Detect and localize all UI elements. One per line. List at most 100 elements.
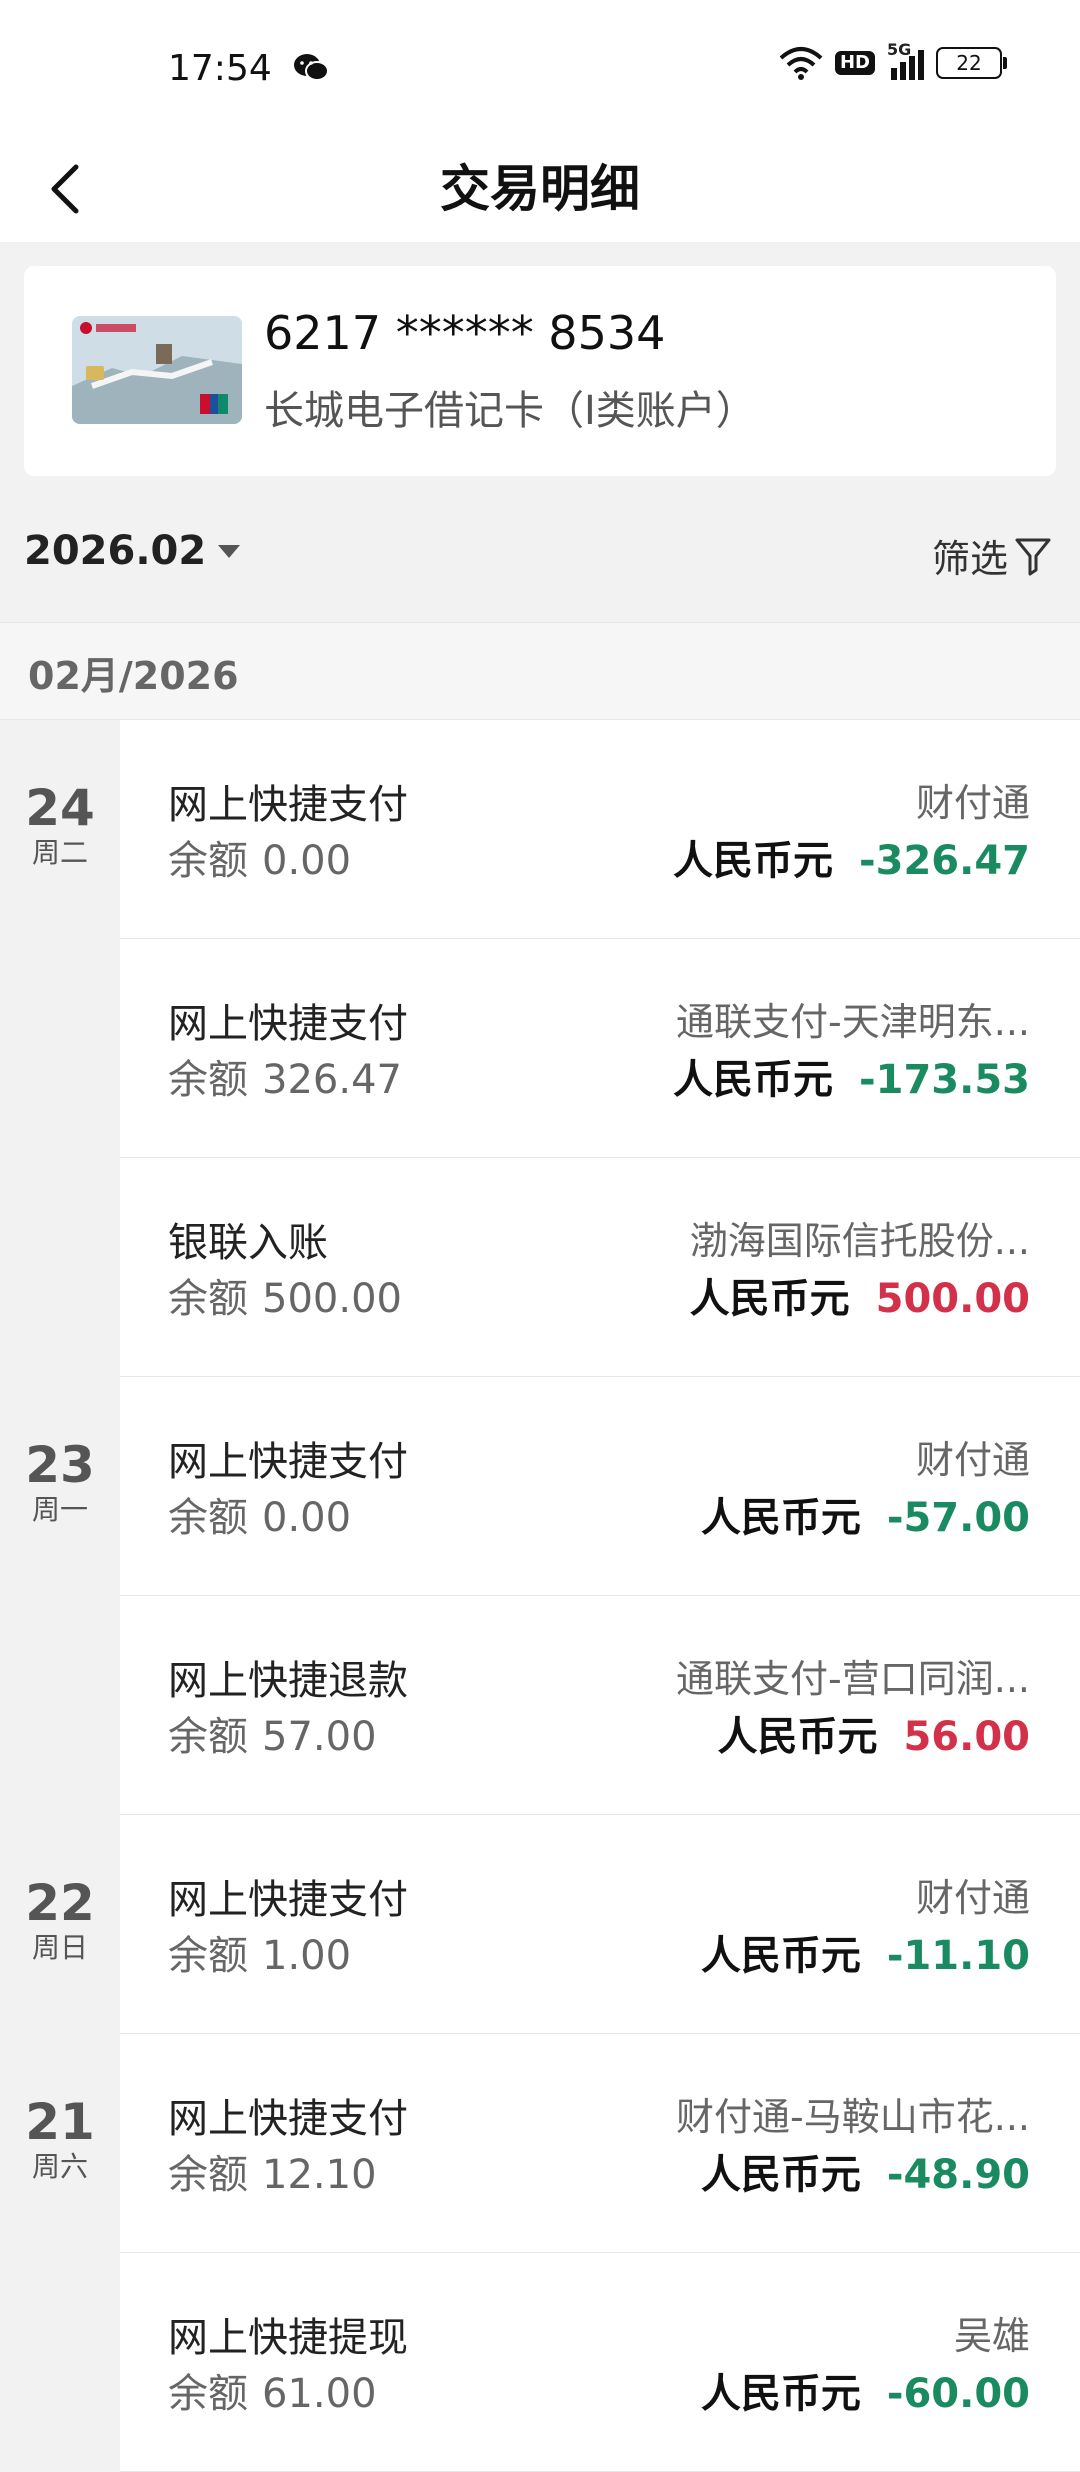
wechat-icon [294, 54, 329, 81]
amount: -48.90 [886, 2152, 1030, 2198]
amount-line: 人民币元 56.00 [717, 1704, 1030, 1762]
transaction-row[interactable]: 网上快捷提现 余额 61.00 吴雄 人民币元 -60.00 [0, 2253, 1080, 2472]
filter-button[interactable]: 筛选 [932, 528, 1052, 583]
balance-value: 326.47 [262, 1057, 402, 1103]
date-weekday: 周六 [31, 2150, 88, 2183]
balance-value: 0.00 [262, 838, 352, 884]
card-number: 6217 ****** 8534 [264, 306, 666, 360]
amount-line: 人民币元 -48.90 [701, 2142, 1030, 2200]
balance-value: 500.00 [262, 1276, 402, 1322]
date-group: 23 周一 [0, 1437, 120, 1527]
merchant: 财付通-马鞍山市花... [676, 2095, 1030, 2139]
transaction-list: 24 周二 网上快捷支付 余额 0.00 财付通 人民币元 -326.47 网上快捷支付 余额 32… [0, 720, 1080, 2472]
signal-indicator: 5G [887, 40, 924, 80]
balance-value: 12.10 [262, 2152, 377, 2198]
balance-label: 余额 [168, 1057, 248, 1103]
merchant: 通联支付-天津明东... [676, 1000, 1030, 1044]
date-group: 24 周二 [0, 780, 120, 870]
caret-down-icon [218, 544, 241, 558]
battery-icon: 22 [936, 47, 1007, 79]
month-section-header: 02月/2026 [0, 622, 1080, 720]
chevron-left-icon [51, 164, 79, 214]
amount: 500.00 [875, 1276, 1030, 1322]
transaction-type: 网上快捷支付 [168, 1001, 408, 1047]
date-day: 24 [25, 779, 95, 837]
back-button[interactable] [30, 146, 100, 232]
nav-bar: 交易明细 [0, 136, 1080, 242]
amount: -57.00 [886, 1495, 1030, 1541]
date-group: 21 周六 [0, 2094, 120, 2184]
transaction-row[interactable]: 22 周日 网上快捷支付 余额 1.00 财付通人民币元 -11.10 [0, 1815, 1080, 2034]
status-bar: 17:54 HD 5G 22 [0, 0, 1080, 136]
network-type: 5G [887, 40, 912, 59]
transaction-type: 网上快捷支付 [168, 1877, 408, 1923]
date-weekday: 周日 [31, 1931, 88, 1964]
amount-line: 人民币元 -326.47 [673, 828, 1030, 886]
transaction-row[interactable]: 24 周二 网上快捷支付 余额 0.00 财付通人民币元 -326.47 [0, 720, 1080, 939]
month-selector[interactable]: 2026.02 [24, 528, 241, 574]
currency: 人民币元 [700, 2371, 861, 2417]
merchant: 财付通 [915, 781, 1030, 825]
amount: -11.10 [886, 1933, 1030, 1979]
account-card[interactable]: 6217 ****** 8534 长城电子借记卡（I类账户） [24, 266, 1056, 476]
wifi-icon [779, 47, 823, 80]
transaction-type: 网上快捷提现 [168, 2315, 408, 2361]
balance-label: 余额 [168, 1495, 248, 1541]
month-filter-bar: 2026.02 筛选 [0, 500, 1080, 620]
transaction-row[interactable]: 网上快捷退款 余额 57.00 通联支付-营口同润... 人民币元 56.00 [0, 1596, 1080, 1815]
amount-line: 人民币元 -57.00 [701, 1485, 1030, 1543]
transaction-row[interactable]: 网上快捷支付 余额 326.47 通联支付-天津明东... 人民币元 -173.53 [0, 939, 1080, 1158]
balance-label: 余额 [168, 838, 248, 884]
bank-card-image [72, 316, 242, 424]
balance-value: 1.00 [262, 1933, 352, 1979]
transaction-type: 网上快捷支付 [168, 1439, 408, 1485]
date-day: 21 [25, 2093, 95, 2151]
transaction-type: 网上快捷支付 [168, 2096, 408, 2142]
balance: 余额 326.47 [168, 1047, 402, 1105]
transaction-row[interactable]: 23 周一 网上快捷支付 余额 0.00 财付通 人民币元 -57.00 [0, 1377, 1080, 1596]
balance: 余额 500.00 [168, 1266, 402, 1324]
balance-label: 余额 [168, 1933, 248, 1979]
balance-label: 余额 [168, 2371, 248, 2417]
date-day: 22 [25, 1874, 95, 1932]
balance-value: 0.00 [262, 1495, 352, 1541]
page-title: 交易明细 [440, 160, 640, 218]
hd-badge: HD [834, 51, 875, 75]
balance-label: 余额 [168, 1276, 248, 1322]
status-time: 17:54 [168, 48, 272, 89]
amount: -173.53 [859, 1057, 1030, 1103]
currency: 人民币元 [689, 1276, 850, 1322]
amount: -326.47 [859, 838, 1030, 884]
month-value: 2026.02 [24, 528, 207, 574]
date-day: 23 [25, 1436, 95, 1494]
balance: 余额 1.00 [168, 1923, 351, 1981]
transaction-type: 网上快捷退款 [168, 1658, 408, 1704]
currency: 人民币元 [700, 1495, 861, 1541]
date-weekday: 周二 [31, 836, 88, 869]
transaction-row[interactable]: 银联入账 余额 500.00 渤海国际信托股份... 人民币元 500.00 [0, 1158, 1080, 1377]
currency: 人民币元 [700, 2152, 861, 2198]
transaction-type: 银联入账 [168, 1220, 328, 1266]
currency: 人民币元 [700, 1933, 861, 1979]
balance-value: 57.00 [262, 1714, 377, 1760]
transaction-row[interactable]: 21 周六 网上快捷支付 余额 12.10 财付通-马鞍山市花... 人民币元 -48.90 [0, 2034, 1080, 2253]
balance: 余额 0.00 [168, 828, 351, 886]
date-weekday: 周一 [31, 1493, 88, 1526]
transaction-type: 网上快捷支付 [168, 782, 408, 828]
currency: 人民币元 [673, 1057, 834, 1103]
balance: 余额 12.10 [168, 2142, 377, 2200]
merchant: 吴雄 [953, 2314, 1030, 2358]
merchant: 通联支付-营口同润... [676, 1657, 1030, 1701]
card-type: 长城电子借记卡（I类账户） [264, 388, 756, 434]
balance: 余额 0.00 [168, 1485, 351, 1543]
amount: 56.00 [903, 1714, 1030, 1760]
amount-line: 人民币元 500.00 [690, 1266, 1030, 1324]
amount-line: 人民币元 -60.00 [701, 2361, 1030, 2419]
currency: 人民币元 [717, 1714, 878, 1760]
merchant: 财付通 [915, 1876, 1030, 1920]
currency: 人民币元 [673, 838, 834, 884]
funnel-icon [1015, 538, 1051, 575]
balance: 余额 57.00 [168, 1704, 377, 1762]
filter-label: 筛选 [931, 537, 1008, 581]
amount-line: 人民币元 -173.53 [673, 1047, 1030, 1105]
